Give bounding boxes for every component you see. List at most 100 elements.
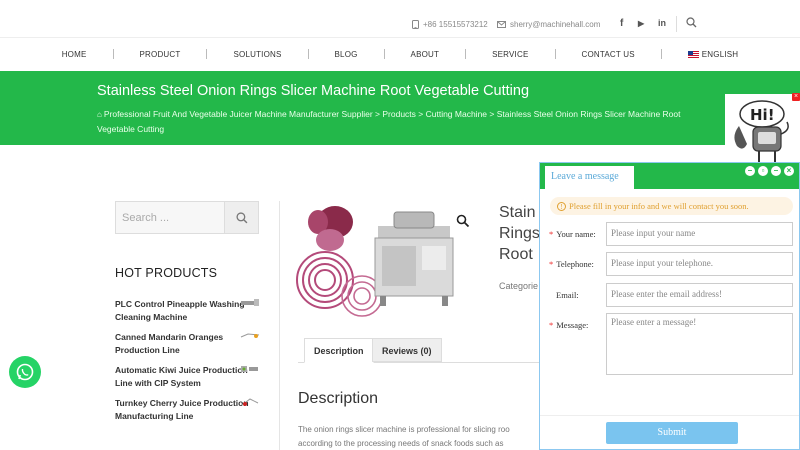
mascot-text: Hi!	[750, 106, 775, 124]
hot-products-list: PLC Control Pineapple Washing Cleaning M…	[115, 298, 265, 430]
chat-mascot[interactable]: Hi!	[725, 94, 800, 164]
field-label: Telephone:	[556, 259, 594, 269]
email-contact[interactable]: sherry@machinehall.com	[497, 20, 600, 29]
product-category: Categorie	[499, 281, 539, 291]
nav-divider	[465, 49, 467, 59]
submit-button[interactable]: Submit	[606, 422, 738, 444]
mascot-close-icon[interactable]: ×	[792, 93, 800, 101]
page-title: Stainless Steel Onion Rings Slicer Machi…	[97, 83, 530, 99]
nav-divider	[554, 49, 556, 59]
nav-divider	[307, 49, 309, 59]
search-input[interactable]: Search ...	[115, 201, 225, 234]
name-field[interactable]: Please input your name	[606, 222, 793, 246]
description-text: The onion rings slicer machine is profes…	[298, 423, 543, 450]
restore-icon[interactable]: ▫	[758, 166, 768, 176]
product-title-word: Stain	[499, 204, 536, 221]
email-label: Email:	[556, 290, 579, 300]
message-field[interactable]: Please enter a message!	[606, 313, 793, 375]
nav-blog[interactable]: BLOG	[335, 50, 358, 59]
hot-products-title: HOT PRODUCTS	[115, 266, 218, 280]
product-thumbnail[interactable]	[240, 331, 260, 341]
page-banner: Stainless Steel Onion Rings Slicer Machi…	[0, 71, 800, 145]
top-bar: +86 15515573212 sherry@machinehall.com f…	[0, 0, 800, 38]
facebook-icon[interactable]: f	[620, 18, 623, 29]
nav-divider	[660, 49, 662, 59]
telephone-field[interactable]: Please input your telephone.	[606, 252, 793, 276]
email-address: sherry@machinehall.com	[510, 20, 601, 29]
nav-divider	[112, 49, 114, 59]
mascot-illustration: Hi!	[734, 100, 789, 162]
list-item[interactable]: PLC Control Pineapple Washing Cleaning M…	[115, 298, 259, 331]
topbar-divider	[676, 16, 677, 32]
search-icon	[235, 211, 247, 223]
phone-contact[interactable]: +86 15515573212	[412, 20, 488, 29]
required-mark: *	[549, 320, 554, 330]
email-field[interactable]: Please enter the email address!	[606, 283, 793, 307]
nav-about[interactable]: ABOUT	[411, 50, 440, 59]
breadcrumb-text: Professional Fruit And Vegetable Juicer …	[97, 109, 681, 134]
product-thumbnail[interactable]	[240, 364, 260, 374]
nav-service[interactable]: SERVICE	[492, 50, 528, 59]
product-thumbnail[interactable]	[240, 397, 260, 407]
home-icon[interactable]: ⌂	[97, 108, 102, 122]
notice-text: Please fill in your info and we will con…	[569, 201, 749, 211]
list-item[interactable]: Canned Mandarin Oranges Production Line	[115, 331, 260, 364]
mail-icon	[497, 21, 506, 28]
leave-message-tab[interactable]: Leave a message	[545, 166, 634, 189]
field-label: Message:	[556, 320, 589, 330]
breadcrumb[interactable]: ⌂ Professional Fruit And Vegetable Juicer…	[97, 107, 707, 136]
description-line: The onion rings slicer machine is profes…	[298, 425, 510, 434]
close-icon[interactable]: ×	[784, 166, 794, 176]
tab-description[interactable]: Description	[304, 338, 374, 363]
youtube-icon[interactable]: ▶	[638, 19, 644, 28]
nav-contact-us[interactable]: CONTACT US	[582, 50, 635, 59]
main-nav: HOME PRODUCT SOLUTIONS BLOG ABOUT SERVIC…	[0, 38, 800, 70]
product-title-word: Rings	[499, 225, 540, 242]
nav-divider	[383, 49, 385, 59]
product-title-word: Root	[499, 246, 533, 263]
required-mark: *	[549, 229, 554, 239]
widget-controls: – ▫ – ×	[745, 166, 794, 176]
whatsapp-button[interactable]	[9, 356, 41, 388]
zoom-icon[interactable]	[456, 214, 470, 228]
hot-product-link[interactable]: PLC Control Pineapple Washing Cleaning M…	[115, 298, 255, 324]
description-heading: Description	[298, 390, 379, 407]
us-flag-icon	[687, 50, 699, 58]
search-icon[interactable]	[686, 17, 697, 28]
product-tabs: Description Reviews (0)	[298, 338, 543, 363]
nav-product[interactable]: PRODUCT	[140, 50, 181, 59]
product-image[interactable]	[290, 200, 478, 320]
hot-product-link[interactable]: Automatic Kiwi Juice Production Line wit…	[115, 364, 255, 390]
description-line: according to the processing needs of sna…	[298, 439, 504, 448]
nav-home[interactable]: HOME	[62, 50, 87, 59]
hot-product-link[interactable]: Turnkey Cherry Juice Production Manufact…	[115, 397, 255, 423]
message-label: * Message:	[549, 320, 588, 330]
content-divider	[279, 201, 280, 450]
list-item[interactable]: Automatic Kiwi Juice Production Line wit…	[115, 364, 258, 397]
collapse-icon[interactable]: –	[745, 166, 755, 176]
hot-product-link[interactable]: Canned Mandarin Oranges Production Line	[115, 331, 255, 357]
tab-reviews[interactable]: Reviews (0)	[372, 338, 442, 362]
field-label: Your name:	[556, 229, 596, 239]
message-widget-header: Leave a message – ▫ – ×	[540, 163, 799, 189]
page: +86 15515573212 sherry@machinehall.com f…	[0, 0, 800, 450]
nav-divider	[206, 49, 208, 59]
whatsapp-icon	[16, 363, 34, 381]
phone-icon	[412, 20, 419, 29]
info-notice: ! Please fill in your info and we will co…	[550, 197, 793, 215]
info-icon: !	[557, 202, 566, 211]
nav-language[interactable]: ENGLISH	[687, 49, 739, 59]
name-label: * Your name:	[549, 229, 596, 239]
telephone-label: * Telephone:	[549, 259, 594, 269]
search-button[interactable]	[224, 201, 259, 234]
list-item[interactable]: Turnkey Cherry Juice Production Manufact…	[115, 397, 259, 430]
phone-number: +86 15515573212	[423, 20, 488, 29]
message-widget: Leave a message – ▫ – × ! Please fill in …	[539, 162, 800, 450]
linkedin-icon[interactable]: in	[658, 18, 666, 28]
nav-solutions[interactable]: SOLUTIONS	[233, 50, 281, 59]
widget-footer: Submit	[540, 415, 799, 449]
minimize-icon[interactable]: –	[771, 166, 781, 176]
product-thumbnail[interactable]	[240, 298, 260, 308]
language-label: ENGLISH	[701, 49, 739, 59]
required-mark: *	[549, 259, 554, 269]
